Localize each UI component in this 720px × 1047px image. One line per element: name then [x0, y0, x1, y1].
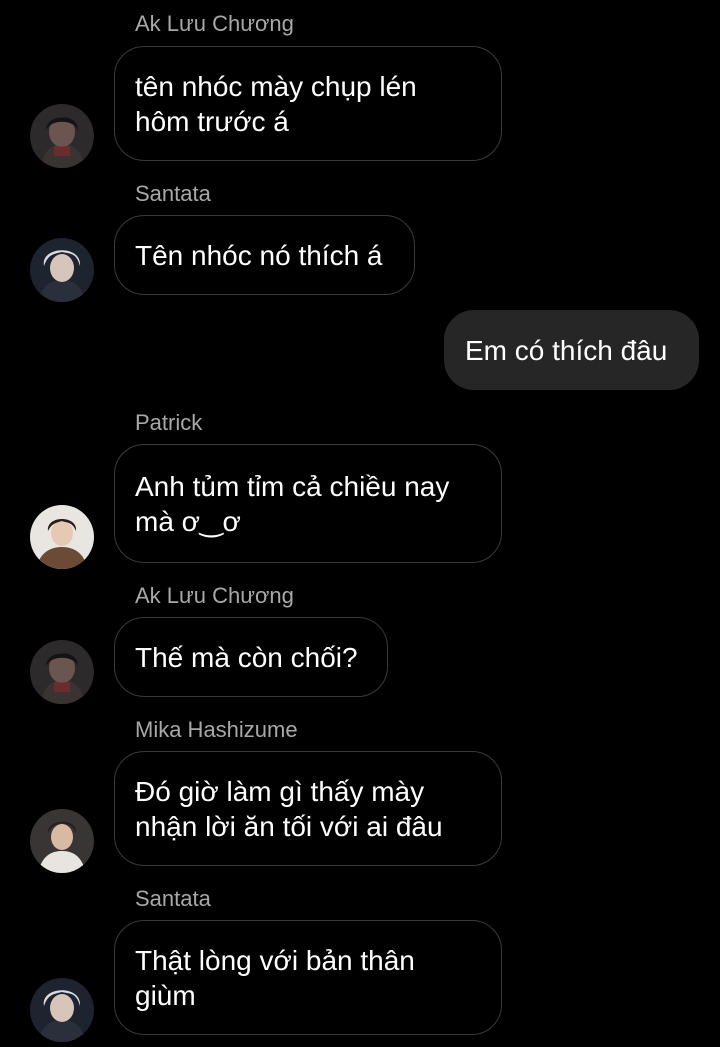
message-text-line: Tên nhóc nó thích á [135, 239, 383, 271]
message-text-line: giùm [135, 979, 196, 1011]
sender-name: Patrick [135, 410, 203, 435]
message-text-line: nhận lời ăn tối với ai đâu [135, 810, 443, 842]
avatar-patrick-icon [30, 505, 94, 569]
avatar-mika-hashizume-icon [30, 809, 94, 873]
avatar[interactable] [30, 505, 94, 569]
sender-name: Mika Hashizume [135, 717, 298, 742]
avatar-ak-luu-chuong-icon [30, 104, 94, 168]
message-text-line: Đó giờ làm gì thấy mày [135, 775, 425, 807]
message-bubble[interactable]: Anh tủm tỉm cả chiều nay mà ơ‿ơ [114, 444, 502, 563]
message-bubble[interactable]: Tên nhóc nó thích á [114, 215, 415, 295]
message-text-line: mà ơ‿ơ [135, 505, 241, 537]
message-text-line: tên nhóc mày chụp lén [135, 70, 417, 102]
avatar[interactable] [30, 104, 94, 168]
sender-name: Santata [135, 181, 211, 206]
sender-name: Ak Lưu Chương [135, 583, 294, 608]
avatar-ak-luu-chuong-icon [30, 640, 94, 704]
message-text-line: hôm trước á [135, 105, 289, 137]
avatar-santata-icon [30, 238, 94, 302]
avatar[interactable] [30, 640, 94, 704]
message-bubble[interactable]: Đó giờ làm gì thấy mày nhận lời ăn tối v… [114, 751, 502, 866]
sender-name: Ak Lưu Chương [135, 11, 294, 36]
avatar[interactable] [30, 809, 94, 873]
avatar[interactable] [30, 238, 94, 302]
message-bubble[interactable]: Thế mà còn chối? [114, 617, 388, 697]
avatar-santata-icon [30, 978, 94, 1042]
message-text-line: Thật lòng với bản thân [135, 944, 415, 976]
message-text-line: Thế mà còn chối? [135, 641, 358, 673]
message-bubble[interactable]: Thật lòng với bản thân giùm [114, 920, 502, 1035]
message-bubble[interactable]: tên nhóc mày chụp lén hôm trước á [114, 46, 502, 161]
message-text-line: Em có thích đâu [465, 334, 668, 366]
sender-name: Santata [135, 886, 211, 911]
own-message-bubble[interactable]: Em có thích đâu [444, 310, 699, 390]
message-text-line: Anh tủm tỉm cả chiều nay [135, 470, 450, 502]
avatar[interactable] [30, 978, 94, 1042]
